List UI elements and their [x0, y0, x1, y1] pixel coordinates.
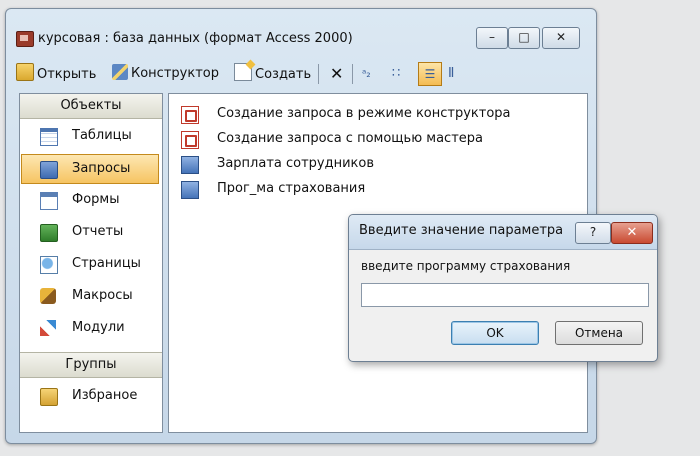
- dialog-title: Введите значение параметра: [359, 223, 564, 238]
- open-button[interactable]: Открыть: [16, 63, 96, 85]
- query-icon: [181, 156, 199, 174]
- minimize-button[interactable]: –: [476, 27, 508, 49]
- window-title: курсовая : база данных (формат Access 20…: [38, 31, 353, 46]
- sidebar-item-label: Модули: [72, 320, 125, 335]
- small-icons-icon[interactable]: ∷: [392, 63, 400, 85]
- toolbar-separator: [352, 64, 353, 84]
- report-icon: [40, 224, 58, 242]
- dialog-close-button[interactable]: ✕: [611, 222, 653, 244]
- form-icon: [40, 192, 58, 210]
- sidebar-item-label: Таблицы: [72, 128, 132, 143]
- sidebar-item-tables[interactable]: Таблицы: [22, 122, 158, 150]
- sidebar-item-label: Страницы: [72, 256, 141, 271]
- query-icon: [40, 161, 58, 179]
- list-item-label: Создание запроса в режиме конструктора: [217, 106, 511, 121]
- sidebar-item-queries[interactable]: Запросы: [21, 154, 159, 184]
- title-bar[interactable]: курсовая : база данных (формат Access 20…: [6, 9, 596, 53]
- toolbar: Открыть Конструктор Создать ✕ ᵃ₂ ∷ ☰ Ⅱ: [12, 59, 590, 89]
- sidebar-item-pages[interactable]: Страницы: [22, 250, 158, 278]
- close-button[interactable]: ✕: [542, 27, 580, 49]
- create-label: Создать: [255, 67, 312, 82]
- page-icon: [40, 256, 58, 274]
- wizard-icon: [181, 131, 199, 149]
- large-icons-icon[interactable]: ᵃ₂: [362, 63, 371, 85]
- objects-header[interactable]: Объекты: [20, 94, 162, 119]
- maximize-button[interactable]: □: [508, 27, 540, 49]
- objects-bar: Объекты Таблицы Запросы Формы Отчеты Стр…: [19, 93, 163, 433]
- sidebar-item-favorites[interactable]: Избраное: [22, 382, 158, 410]
- details-view-icon[interactable]: Ⅱ: [448, 63, 454, 85]
- list-view-icon[interactable]: ☰: [418, 62, 442, 86]
- help-button[interactable]: ?: [575, 222, 611, 244]
- sidebar-item-label: Макросы: [72, 288, 133, 303]
- sidebar-item-forms[interactable]: Формы: [22, 186, 158, 214]
- open-label: Открыть: [37, 67, 97, 82]
- parameter-input[interactable]: [361, 283, 649, 307]
- create-button[interactable]: Создать: [234, 63, 311, 85]
- list-item-label: Зарплата сотрудников: [217, 156, 375, 171]
- design-wizard-icon: [181, 106, 199, 124]
- sidebar-item-label: Отчеты: [72, 224, 124, 239]
- sidebar-item-label: Избраное: [72, 388, 138, 403]
- sidebar-item-modules[interactable]: Модули: [22, 314, 158, 342]
- design-label: Конструктор: [131, 66, 219, 81]
- favorites-folder-icon: [40, 388, 58, 406]
- toolbar-separator: [318, 64, 319, 84]
- sidebar-item-macros[interactable]: Макросы: [22, 282, 158, 310]
- new-object-icon: [234, 63, 252, 81]
- macro-icon: [40, 288, 56, 304]
- database-icon: [16, 31, 34, 47]
- sidebar-item-label: Запросы: [72, 161, 131, 176]
- sidebar-item-reports[interactable]: Отчеты: [22, 218, 158, 246]
- list-item-label: Создание запроса с помощью мастера: [217, 131, 483, 146]
- open-folder-icon: [16, 63, 34, 81]
- cancel-button[interactable]: Отмена: [555, 321, 643, 345]
- design-ruler-icon: [112, 64, 128, 80]
- parameter-prompt: введите программу страхования: [361, 259, 571, 273]
- groups-header[interactable]: Группы: [20, 352, 162, 378]
- module-icon: [40, 320, 56, 336]
- query-icon: [181, 181, 199, 199]
- delete-icon[interactable]: ✕: [330, 63, 343, 85]
- parameter-dialog: Введите значение параметра ? ✕ введите п…: [348, 214, 658, 362]
- table-icon: [40, 128, 58, 146]
- design-button[interactable]: Конструктор: [112, 63, 219, 85]
- list-item-label: Прог_ма страхования: [217, 181, 366, 196]
- dialog-title-bar[interactable]: Введите значение параметра ? ✕: [349, 215, 657, 250]
- ok-button[interactable]: OK: [451, 321, 539, 345]
- sidebar-item-label: Формы: [72, 192, 120, 207]
